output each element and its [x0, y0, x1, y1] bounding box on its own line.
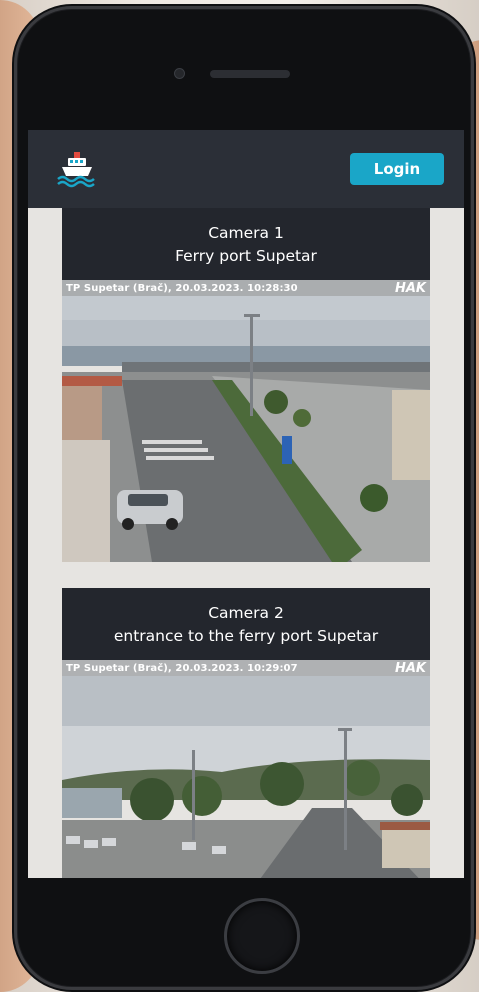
app-screen: Login Camera 1 Ferry port Supetar TP Sup…	[28, 130, 464, 878]
camera-brand-logo: HAK	[394, 280, 426, 296]
camera-timestamp-bar: TP Supetar (Brač), 20.03.2023. 10:28:30 …	[62, 280, 430, 296]
camera-title: Camera 2 entrance to the ferry port Supe…	[62, 588, 430, 660]
camera-snapshot	[62, 280, 430, 562]
camera-timestamp-bar: TP Supetar (Brač), 20.03.2023. 10:29:07 …	[62, 660, 430, 676]
app-header: Login	[28, 130, 464, 208]
camera-brand-logo: HAK	[394, 660, 426, 676]
camera-location: entrance to the ferry port Supetar	[113, 627, 379, 645]
camera-feed-image[interactable]: TP Supetar (Brač), 20.03.2023. 10:28:30 …	[62, 280, 430, 562]
camera-number: Camera 1	[208, 224, 284, 242]
camera-title: Camera 1 Ferry port Supetar	[62, 208, 430, 280]
camera-number: Camera 2	[208, 604, 284, 622]
front-camera	[174, 68, 185, 79]
camera-feed-image[interactable]: TP Supetar (Brač), 20.03.2023. 10:29:07 …	[62, 660, 430, 878]
camera-location: Ferry port Supetar	[175, 247, 317, 265]
camera-card[interactable]: Camera 1 Ferry port Supetar TP Supetar (…	[62, 208, 430, 562]
home-button[interactable]	[224, 898, 300, 974]
camera-timestamp: TP Supetar (Brač), 20.03.2023. 10:28:30	[66, 282, 298, 294]
login-button[interactable]: Login	[350, 153, 444, 185]
camera-timestamp: TP Supetar (Brač), 20.03.2023. 10:29:07	[66, 662, 298, 674]
camera-snapshot	[62, 660, 430, 878]
camera-card[interactable]: Camera 2 entrance to the ferry port Supe…	[62, 588, 430, 878]
ferry-ship-icon[interactable]	[54, 146, 100, 192]
earpiece-speaker	[210, 70, 290, 78]
